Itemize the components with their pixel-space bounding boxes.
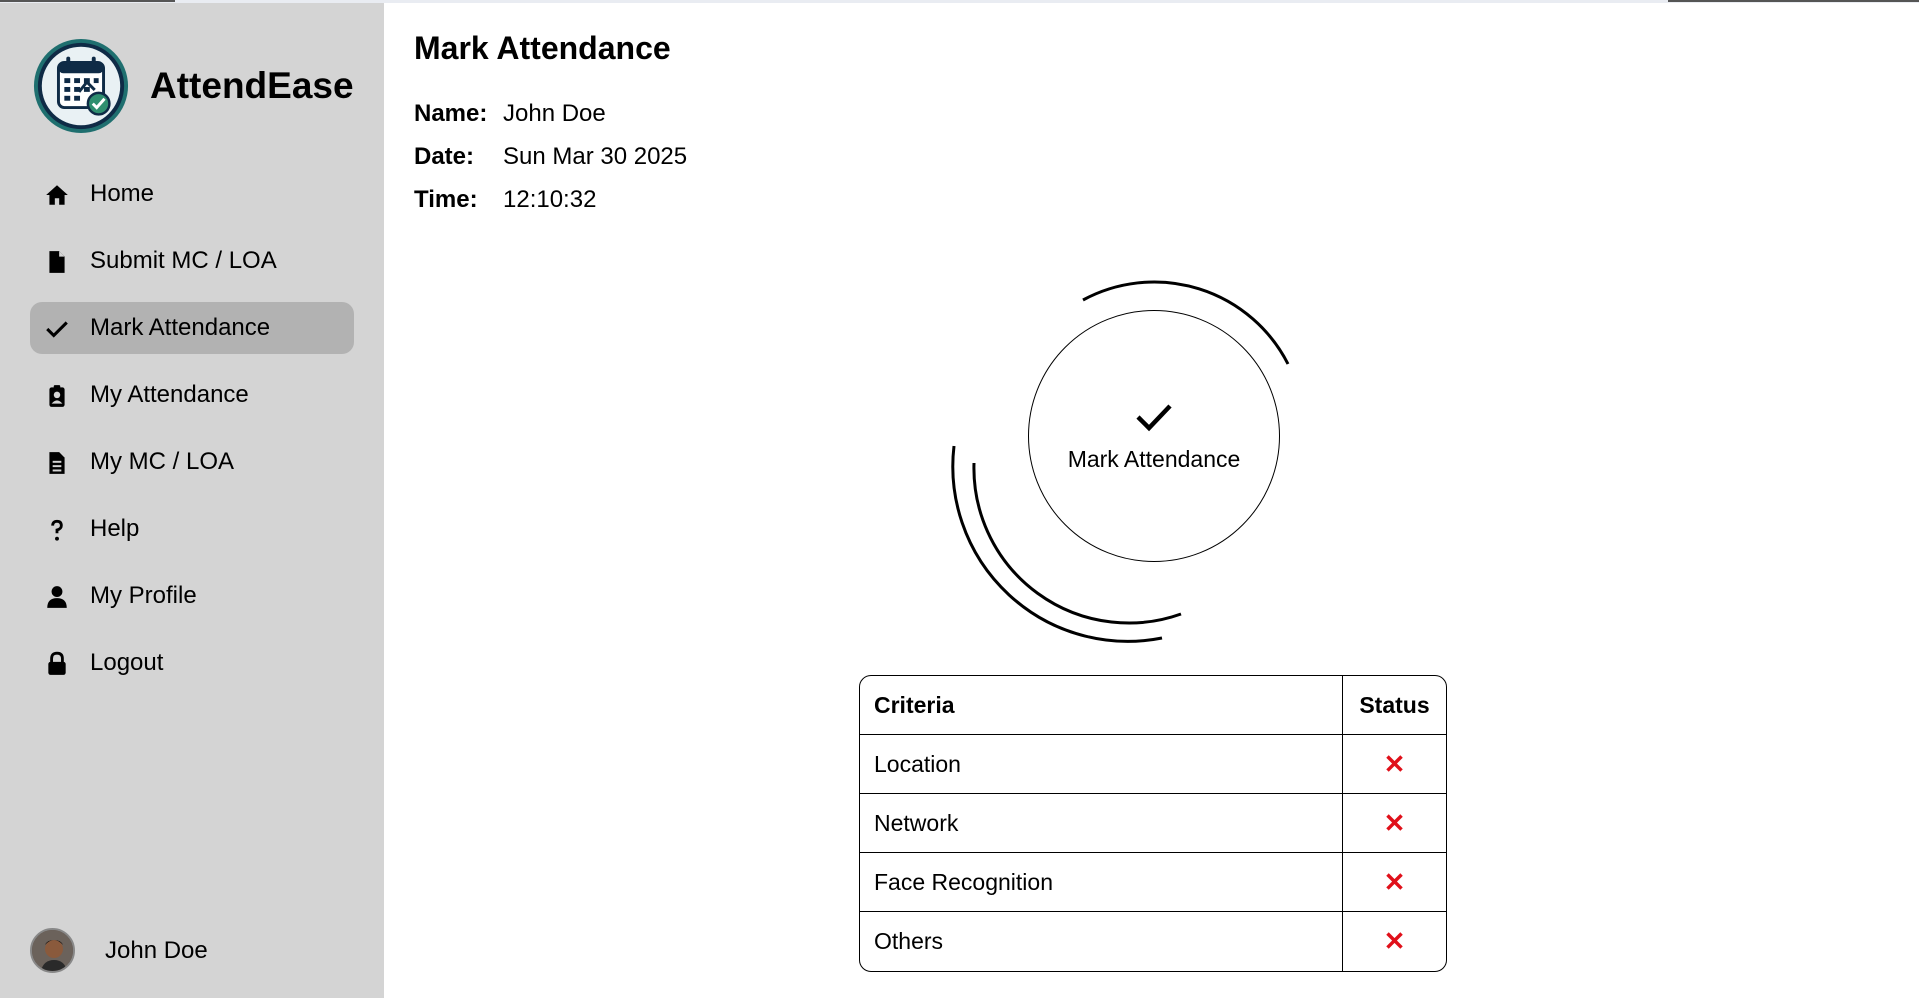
criteria-cell: Others — [874, 928, 944, 954]
time-value: 12:10:32 — [503, 185, 597, 213]
status-cell: ✕ — [1342, 735, 1446, 794]
table-row: Face Recognition ✕ — [860, 853, 1446, 912]
file-lines-icon — [44, 450, 70, 476]
status-header: Status — [1342, 676, 1446, 735]
user-info: Name: John Doe Date: Sun Mar 30 2025 Tim… — [414, 92, 687, 221]
criteria-cell: Face Recognition — [860, 853, 1342, 912]
user-name: John Doe — [105, 936, 208, 964]
sidebar-item-label: Submit MC / LOA — [90, 247, 277, 274]
question-icon — [44, 517, 70, 543]
status-fail-icon: ✕ — [1383, 866, 1406, 897]
top-line-segment — [0, 0, 175, 2]
info-row-date: Date: Sun Mar 30 2025 — [414, 135, 687, 178]
sidebar-item-my-mc-loa[interactable]: My MC / LOA — [30, 436, 354, 488]
avatar — [30, 928, 75, 973]
mark-attendance-area: Mark Attendance — [940, 270, 1360, 650]
file-icon — [44, 249, 70, 275]
sidebar-item-label: Home — [90, 180, 155, 207]
home-icon — [44, 182, 70, 208]
check-icon — [1136, 403, 1172, 431]
table-header-row: Criteria Status — [860, 676, 1446, 735]
user-profile[interactable]: John Doe — [30, 928, 208, 973]
sidebar-item-home[interactable]: Home — [30, 168, 354, 220]
time-label: Time: — [414, 185, 478, 213]
table-row: Location ✕ — [860, 735, 1446, 794]
calendar-check-logo-icon — [33, 38, 129, 134]
clipboard-user-icon — [44, 383, 70, 409]
mark-attendance-label: Mark Attendance — [1067, 445, 1241, 472]
sidebar: AttendEase Home Submit MC / LOA Mark Att… — [0, 3, 384, 998]
check-icon — [44, 316, 70, 342]
date-value: Sun Mar 30 2025 — [503, 142, 688, 170]
sidebar-item-mark-attendance[interactable]: Mark Attendance — [30, 302, 354, 354]
sidebar-item-logout[interactable]: Logout — [30, 637, 354, 689]
sidebar-item-my-profile[interactable]: My Profile — [30, 570, 354, 622]
sidebar-item-submit-mc-loa[interactable]: Submit MC / LOA — [30, 235, 354, 287]
sidebar-item-label: My Profile — [90, 582, 197, 609]
lock-icon — [44, 651, 70, 677]
sidebar-item-label: My MC / LOA — [90, 448, 235, 475]
sidebar-item-my-attendance[interactable]: My Attendance — [30, 369, 354, 421]
criteria-cell: Network — [860, 794, 1342, 853]
app-name: AttendEase — [150, 65, 354, 106]
status-cell: ✕ — [1342, 912, 1446, 971]
sidebar-item-label: Logout — [90, 649, 164, 676]
name-value: John Doe — [503, 99, 606, 127]
top-line-segment — [1668, 0, 1919, 2]
status-cell: ✕ — [1342, 853, 1446, 912]
sidebar-item-label: My Attendance — [90, 381, 249, 408]
status-fail-icon: ✕ — [1383, 807, 1406, 838]
mark-attendance-button[interactable]: Mark Attendance — [1028, 310, 1280, 562]
table-row: Network ✕ — [860, 794, 1446, 853]
main-content: Mark Attendance Name: John Doe Date: Sun… — [414, 30, 687, 221]
status-fail-icon: ✕ — [1383, 926, 1406, 956]
sidebar-item-label: Mark Attendance — [90, 314, 271, 341]
brand[interactable]: AttendEase — [32, 37, 354, 135]
info-row-name: Name: John Doe — [414, 92, 687, 135]
page-title: Mark Attendance — [414, 30, 671, 66]
sidebar-item-help[interactable]: Help — [30, 503, 354, 555]
status-cell: ✕ — [1342, 794, 1446, 853]
status-fail-icon: ✕ — [1383, 748, 1406, 779]
criteria-cell: Location — [860, 735, 1342, 794]
sidebar-item-label: Help — [90, 515, 140, 542]
user-icon — [44, 584, 70, 610]
date-label: Date: — [414, 142, 475, 170]
criteria-header: Criteria — [860, 676, 1342, 735]
table-row: Others ✕ — [860, 912, 1446, 971]
criteria-table: Criteria Status Location ✕ Network ✕ Fac… — [859, 675, 1447, 972]
name-label: Name: — [414, 99, 488, 127]
info-row-time: Time: 12:10:32 — [414, 178, 687, 221]
sidebar-nav: Home Submit MC / LOA Mark Attendance My … — [30, 168, 354, 704]
